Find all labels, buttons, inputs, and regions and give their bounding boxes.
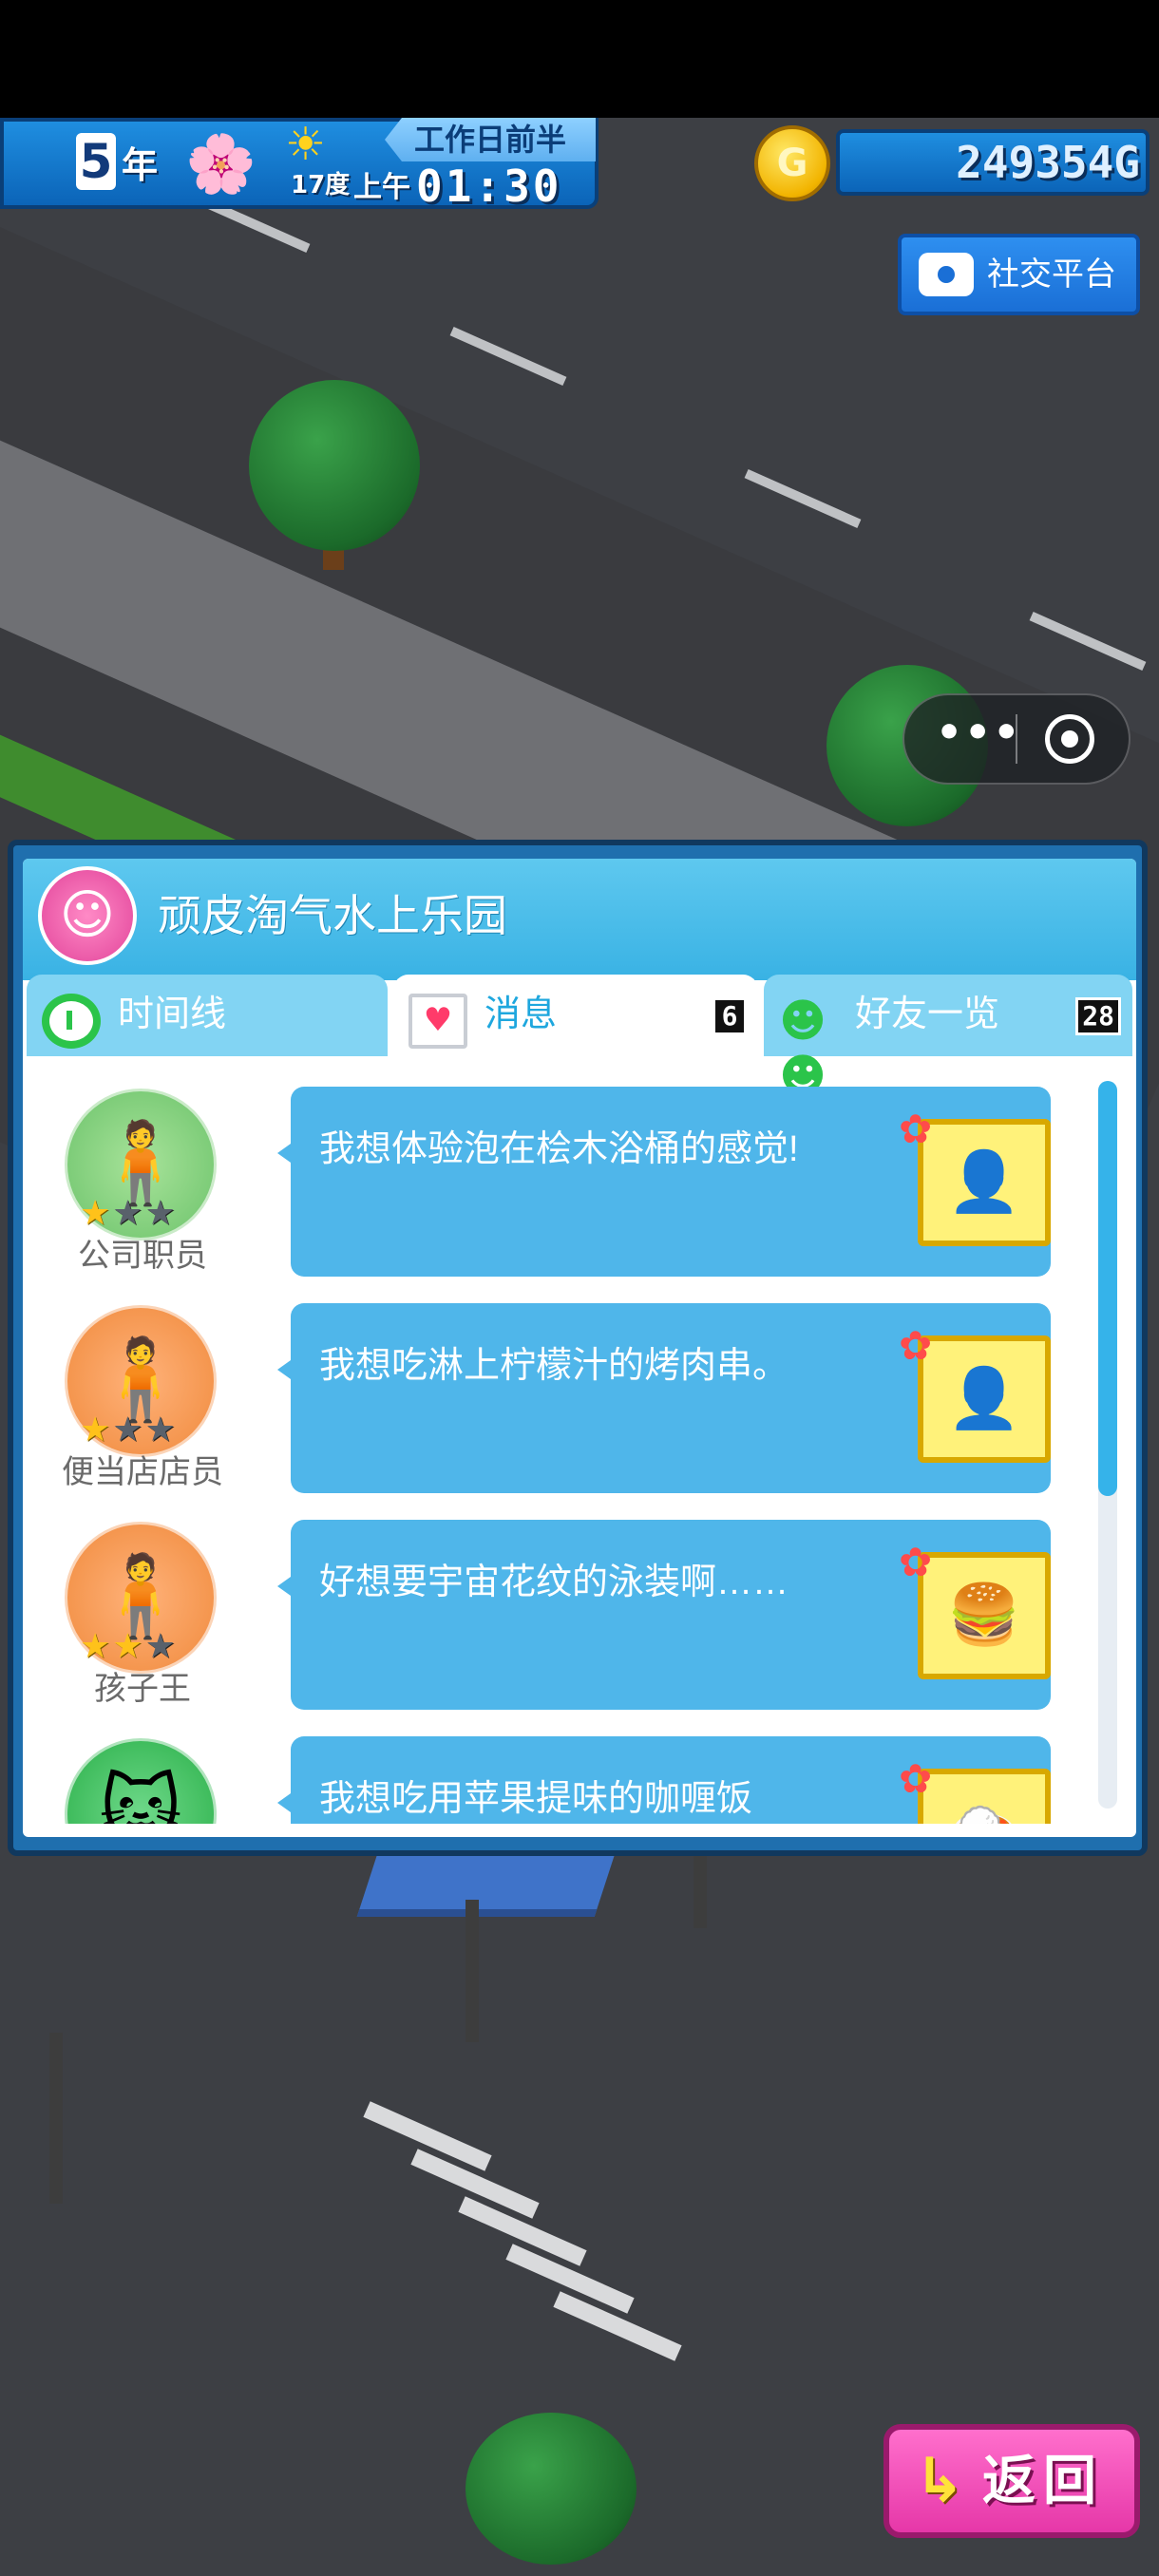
park-mascot-avatar: ☺	[38, 866, 137, 965]
rating-stars: ★★★	[80, 1627, 178, 1666]
message-row[interactable]: 🧍 ★★★ 公司职员 我想体验泡在桧木浴桶的感觉! 👤 ✿	[23, 1056, 1115, 1277]
food-icon[interactable]: 🍛	[918, 1769, 1051, 1824]
season-flower-icon: 🌸	[185, 131, 256, 198]
message-list[interactable]: 🧍 ★★★ 公司职员 我想体验泡在桧木浴桶的感觉! 👤 ✿ 🧍 ★★★ 便当店店…	[23, 1056, 1115, 1824]
day-period: 工作日前半	[385, 118, 596, 161]
status-bar	[0, 0, 1159, 118]
game-clock: 01:30	[416, 161, 562, 212]
year-label: 年	[122, 144, 159, 186]
mail-icon: ♥	[408, 994, 467, 1049]
gift-bow-icon: ✿	[899, 1755, 933, 1802]
back-button[interactable]: ↳ 返回	[884, 2424, 1140, 2538]
lane-marking	[744, 468, 862, 529]
bus-stop-pole	[694, 1852, 707, 1928]
scrollbar-thumb[interactable]	[1098, 1081, 1117, 1496]
message-row[interactable]: 🧍 ★★★ 孩子王 好想要宇宙花纹的泳装啊…… 🍔 ✿	[23, 1489, 1115, 1710]
resident-role: 便当店店员	[62, 1454, 223, 1490]
capsule-divider	[1016, 714, 1017, 764]
locked-item-icon[interactable]: 👤	[918, 1119, 1051, 1246]
resident-avatar[interactable]: 🐱	[65, 1738, 217, 1824]
lane-marking	[449, 326, 567, 387]
social-platform-label: 社交平台	[987, 256, 1116, 293]
lane-marking	[1029, 611, 1147, 672]
tab-timeline[interactable]: 时间线	[27, 975, 388, 1056]
message-text: 我想吃淋上柠檬汁的烤肉串。	[319, 1346, 789, 1386]
gift-bow-icon: ✿	[899, 1539, 933, 1585]
rating-stars: ★★★	[80, 1411, 178, 1449]
camera-icon	[919, 253, 974, 296]
tab-friends[interactable]: ☻☻ 好友一览 28	[764, 975, 1132, 1103]
message-bubble[interactable]: 我想体验泡在桧木浴桶的感觉! 👤 ✿	[277, 1087, 1051, 1277]
tab-label: 消息	[484, 994, 558, 1034]
tab-messages[interactable]: ♥ 消息 6	[393, 975, 758, 1056]
temperature: 17度	[291, 171, 351, 199]
message-text: 我想体验泡在桧木浴桶的感觉!	[319, 1129, 799, 1169]
message-row[interactable]: 🐱 我想吃用苹果提味的咖喱饭 🍛 ✿	[23, 1706, 1115, 1824]
gift-bow-icon: ✿	[899, 1322, 933, 1369]
gift-bow-icon: ✿	[899, 1106, 933, 1152]
clock-icon	[42, 994, 101, 1049]
message-text: 我想吃用苹果提味的咖喱饭	[319, 1779, 753, 1819]
gold-coin-icon: G	[754, 125, 830, 201]
street-lamp	[49, 2033, 63, 2204]
rating-stars: ★★★	[80, 1194, 178, 1233]
year-number: 5	[76, 133, 116, 190]
resident-role: 孩子王	[94, 1671, 191, 1707]
resident-role: 公司职员	[78, 1238, 207, 1274]
close-target-icon[interactable]	[1045, 714, 1094, 764]
message-row[interactable]: 🧍 ★★★ 便当店店员 我想吃淋上柠檬汁的烤肉串。 👤 ✿	[23, 1273, 1115, 1493]
sun-weather-icon: ☀	[285, 118, 327, 171]
bus-stop-pole	[466, 1900, 479, 2042]
tree	[466, 2413, 636, 2565]
social-platform-button[interactable]: 社交平台	[898, 234, 1140, 315]
back-label: 返回	[982, 2451, 1104, 2510]
park-name: 顽皮淘气水上乐园	[158, 891, 507, 940]
message-count-badge: 6	[712, 997, 747, 1035]
more-options-icon[interactable]: •••	[936, 710, 1019, 767]
friends-icon: ☻☻	[779, 994, 827, 1103]
tab-label: 好友一览	[855, 994, 1000, 1034]
tree	[249, 380, 420, 551]
message-bubble[interactable]: 好想要宇宙花纹的泳装啊…… 🍔 ✿	[277, 1520, 1051, 1710]
back-arrow-icon: ↳	[914, 2446, 965, 2516]
tab-label: 时间线	[118, 994, 227, 1034]
message-text: 好想要宇宙花纹的泳装啊……	[319, 1563, 789, 1602]
friend-count-badge: 28	[1075, 997, 1121, 1035]
message-bubble[interactable]: 我想吃淋上柠檬汁的烤肉串。 👤 ✿	[277, 1303, 1051, 1493]
ampm-label: 上午	[353, 171, 410, 204]
money-amount: 249354G	[956, 137, 1140, 188]
burger-icon[interactable]: 🍔	[918, 1552, 1051, 1679]
locked-item-icon[interactable]: 👤	[918, 1335, 1051, 1463]
message-bubble[interactable]: 我想吃用苹果提味的咖喱饭 🍛 ✿	[277, 1736, 1051, 1824]
